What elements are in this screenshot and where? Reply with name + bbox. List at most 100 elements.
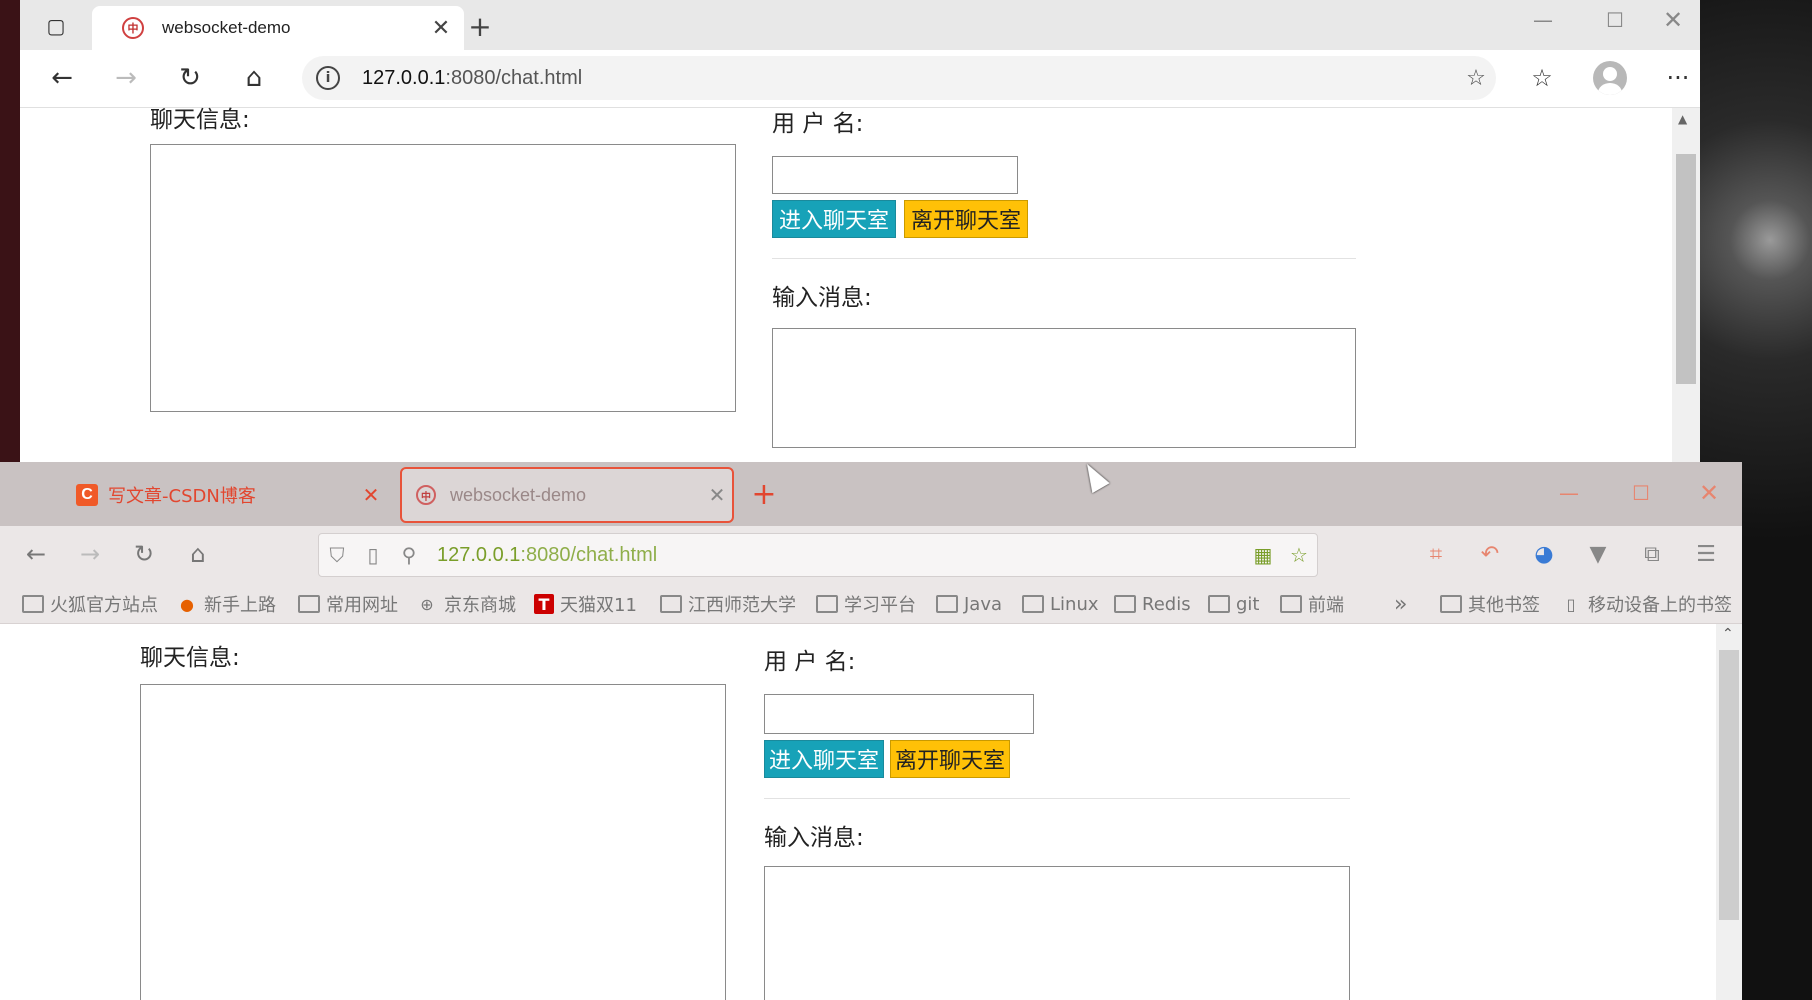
favorites-icon[interactable]: ☆ [1520, 58, 1564, 98]
edge-scrollbar[interactable]: ▲ [1672, 108, 1700, 465]
edge-toolbar: ← → ↻ ⌂ i 127.0.0.1:8080/chat.html ☆ ☆ ·… [20, 50, 1700, 108]
reload-icon[interactable]: ↻ [124, 534, 164, 574]
sync-icon[interactable]: ⧉ [1632, 536, 1672, 572]
firefox-url-text[interactable]: 127.0.0.1:8080/chat.html [437, 544, 1245, 567]
minimize-icon[interactable]: — [1520, 4, 1566, 36]
reload-icon[interactable]: ↻ [170, 60, 210, 96]
tab-csdn[interactable]: C 写文章-CSDN博客 ✕ [64, 468, 386, 522]
mobile-bookmarks[interactable]: ▯ 移动设备上的书签 [1560, 590, 1732, 618]
firefox-tab-bar: C 写文章-CSDN博客 ✕ 中 websocket-demo ✕ + — ☐ … [0, 462, 1742, 526]
close-window-icon[interactable]: ✕ [1684, 476, 1734, 510]
enter-chatroom-button[interactable]: 进入聊天室 [772, 200, 896, 238]
profile-avatar[interactable] [1588, 58, 1632, 98]
bookmark-item[interactable]: Redis [1114, 590, 1191, 618]
screenshot-icon[interactable]: ⌗ [1416, 536, 1456, 572]
forward-arrow-icon[interactable]: → [106, 60, 146, 96]
qr-code-icon[interactable]: ▦ [1245, 543, 1281, 567]
tab-websocket-demo[interactable]: 中 websocket-demo ✕ [400, 467, 734, 523]
bookmark-star-icon[interactable]: ☆ [1281, 543, 1317, 567]
bookmark-item[interactable]: 常用网址 [298, 590, 398, 618]
bookmark-item[interactable]: Java [936, 590, 1002, 618]
firefox-address-bar[interactable]: ⛉ ▯ ⚲ 127.0.0.1:8080/chat.html ▦ ☆ [318, 533, 1318, 577]
edge-address-bar[interactable]: i 127.0.0.1:8080/chat.html ☆ [302, 56, 1496, 100]
scrollbar-thumb[interactable] [1676, 154, 1696, 384]
edge-tab-websocket[interactable]: 中 websocket-demo ✕ [92, 6, 464, 50]
bookmark-item[interactable]: git [1208, 590, 1259, 618]
edge-browser-window: ▢ 中 websocket-demo ✕ + — ☐ ✕ ← → ↻ ⌂ i 1… [20, 0, 1700, 465]
site-favicon-icon: 中 [416, 485, 436, 505]
more-bookmarks-chevron-icon[interactable]: » [1394, 590, 1407, 618]
add-favorite-icon[interactable]: ☆ [1456, 66, 1496, 91]
back-arrow-icon[interactable]: ← [42, 60, 82, 96]
info-icon[interactable]: i [316, 66, 340, 90]
chat-messages-textarea[interactable] [150, 144, 736, 412]
tab-websocket-title: websocket-demo [450, 484, 587, 505]
firefox-page-content: 聊天信息: 用 户 名: 进入聊天室 离开聊天室 输入消息: [0, 624, 1716, 1000]
bookmark-item[interactable]: 学习平台 [816, 590, 916, 618]
edge-tab-bar: ▢ 中 websocket-demo ✕ + — ☐ ✕ [20, 0, 1700, 50]
other-bookmarks[interactable]: 其他书签 [1440, 590, 1540, 618]
bookmark-item[interactable]: Linux [1022, 590, 1099, 618]
message-input-textarea[interactable] [772, 328, 1356, 448]
new-tab-button[interactable]: + [744, 476, 784, 512]
edge-tab-title: websocket-demo [162, 18, 291, 37]
menu-icon[interactable]: ☰ [1686, 536, 1726, 572]
edge-url-text[interactable]: 127.0.0.1:8080/chat.html [362, 67, 1456, 90]
bookmark-item[interactable]: 前端 [1280, 590, 1344, 618]
folder-icon [1022, 595, 1044, 613]
edge-page-content: 聊天信息: 用 户 名: 进入聊天室 离开聊天室 输入消息: [20, 107, 1672, 465]
firefox-toolbar: ← → ↻ ⌂ ⛉ ▯ ⚲ 127.0.0.1:8080/chat.html ▦… [0, 526, 1742, 582]
close-icon[interactable]: ✕ [702, 483, 732, 507]
folder-icon [1114, 595, 1136, 613]
bookmarks-toolbar: 火狐官方站点 ● 新手上路 常用网址 ⊕ 京东商城 T 天猫双11 江西师范大学 学习… [0, 582, 1742, 624]
more-menu-icon[interactable]: ··· [1656, 58, 1700, 98]
back-arrow-icon[interactable]: ← [16, 534, 56, 574]
permissions-icon[interactable]: ⚲ [391, 543, 427, 567]
username-label: 用 户 名: [764, 649, 856, 675]
divider [764, 798, 1350, 799]
folder-icon [1280, 595, 1302, 613]
vpn-icon[interactable]: ▼ [1578, 536, 1618, 572]
chat-label: 聊天信息: [150, 107, 250, 133]
page-icon[interactable]: ▯ [355, 543, 391, 567]
username-input[interactable] [772, 156, 1018, 194]
firefox-scrollbar[interactable]: ⌃ [1716, 624, 1742, 1000]
scroll-up-icon[interactable]: ▲ [1678, 112, 1687, 126]
scrollbar-thumb[interactable] [1719, 650, 1739, 920]
scroll-up-icon[interactable]: ⌃ [1722, 626, 1734, 642]
chat-messages-textarea[interactable] [140, 684, 726, 1000]
minimize-icon[interactable]: — [1544, 476, 1594, 510]
maximize-icon[interactable]: ☐ [1616, 476, 1666, 510]
home-icon[interactable]: ⌂ [178, 534, 218, 574]
shield-icon[interactable]: ⛉ [319, 543, 355, 567]
close-window-icon[interactable]: ✕ [1650, 4, 1696, 36]
bookmark-item[interactable]: 江西师范大学 [660, 590, 796, 618]
desktop-left-strip [0, 0, 22, 470]
tmall-icon: T [534, 594, 554, 614]
bookmark-item[interactable]: ⊕ 京东商城 [416, 590, 516, 618]
bookmark-item[interactable]: 火狐官方站点 [22, 590, 158, 618]
forward-arrow-icon[interactable]: → [70, 534, 110, 574]
tab-actions-icon[interactable]: ▢ [36, 10, 76, 42]
mobile-icon: ▯ [1566, 594, 1576, 614]
maximize-icon[interactable]: ☐ [1592, 4, 1638, 36]
folder-icon [298, 595, 320, 613]
firefox-icon: ● [180, 594, 194, 614]
username-input[interactable] [764, 694, 1034, 734]
extension-icon[interactable]: ◕ [1524, 536, 1564, 572]
bookmark-item[interactable]: T 天猫双11 [534, 590, 637, 618]
folder-icon [1208, 595, 1230, 613]
leave-chatroom-button[interactable]: 离开聊天室 [890, 740, 1010, 778]
message-input-textarea[interactable] [764, 866, 1350, 1000]
undo-icon[interactable]: ↶ [1470, 536, 1510, 572]
close-icon[interactable]: ✕ [426, 16, 456, 41]
firefox-browser-window: C 写文章-CSDN博客 ✕ 中 websocket-demo ✕ + — ☐ … [0, 462, 1742, 1000]
home-icon[interactable]: ⌂ [234, 60, 274, 96]
divider [772, 258, 1356, 259]
enter-chatroom-button[interactable]: 进入聊天室 [764, 740, 884, 778]
leave-chatroom-button[interactable]: 离开聊天室 [904, 200, 1028, 238]
message-label: 输入消息: [772, 285, 872, 311]
new-tab-button[interactable]: + [460, 10, 500, 43]
close-icon[interactable]: ✕ [356, 483, 386, 507]
bookmark-item[interactable]: ● 新手上路 [176, 590, 276, 618]
